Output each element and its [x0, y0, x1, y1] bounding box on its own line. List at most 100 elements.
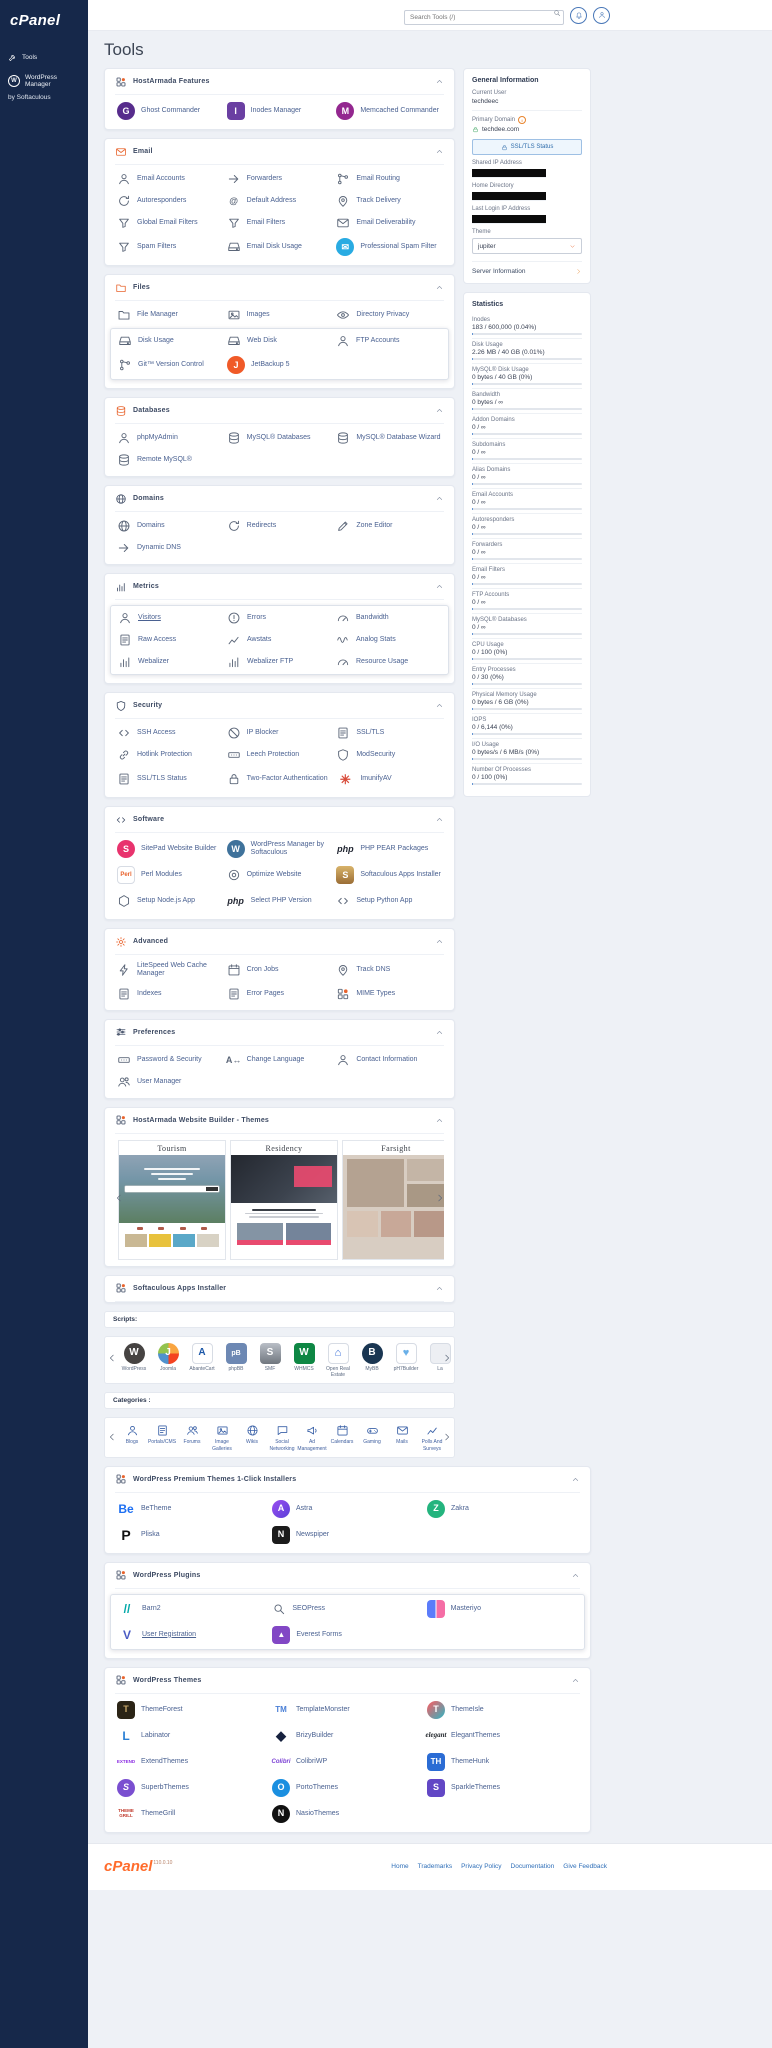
section-header-softaculous-installer[interactable]: Softaculous Apps Installer — [115, 1276, 444, 1302]
tool-item-memcached-commander[interactable]: MMemcached Commander — [334, 98, 444, 124]
tool-item-images[interactable]: Images — [225, 304, 335, 326]
categories-item-portals-cms[interactable]: Portals/CMS — [147, 1424, 177, 1452]
tool-item-labinator[interactable]: LLabinator — [115, 1723, 270, 1749]
tool-item-two-factor-authentication[interactable]: Two-Factor Authentication — [225, 766, 335, 792]
tool-item-web-disk[interactable]: Web Disk — [225, 330, 334, 352]
tool-item-ssh-access[interactable]: SSH Access — [115, 722, 225, 744]
tool-item-superbthemes[interactable]: SSuperbThemes — [115, 1775, 270, 1801]
section-header-email[interactable]: Email — [115, 139, 444, 165]
notifications-button[interactable] — [570, 7, 587, 24]
tool-item-modsecurity[interactable]: ModSecurity — [334, 744, 444, 766]
tool-item-indexes[interactable]: Indexes — [115, 983, 225, 1005]
theme-card-residency[interactable]: Residency — [230, 1140, 338, 1260]
scripts-item-ph7builder[interactable]: ♥pH7Builder — [389, 1343, 423, 1379]
tool-item-email-disk-usage[interactable]: Email Disk Usage — [225, 234, 335, 260]
tool-item-email-deliverability[interactable]: Email Deliverability — [334, 212, 444, 234]
sidebar-item-tools[interactable]: Tools — [0, 47, 88, 68]
tool-item-ssl-tls[interactable]: SSL/TLS — [334, 722, 444, 744]
tool-item-errors[interactable]: Errors — [225, 607, 334, 629]
search-input[interactable] — [404, 10, 564, 25]
tool-item-ftp-accounts[interactable]: FTP Accounts — [334, 330, 443, 352]
footer-link-trademarks[interactable]: Trademarks — [418, 1863, 452, 1870]
tool-item-default-address[interactable]: @Default Address — [225, 190, 335, 212]
section-header-metrics[interactable]: Metrics — [115, 574, 444, 600]
tool-item-disk-usage[interactable]: Disk Usage — [116, 330, 225, 352]
categories-next-button[interactable] — [442, 1432, 452, 1442]
tool-item-themegrill[interactable]: THEME GRILLThemeGrill — [115, 1801, 270, 1827]
tool-item-cron-jobs[interactable]: Cron Jobs — [225, 958, 335, 983]
categories-item-forums[interactable]: Forums — [177, 1424, 207, 1452]
carousel-prev-button[interactable] — [115, 1193, 124, 1203]
footer-link-documentation[interactable]: Documentation — [511, 1863, 555, 1870]
tool-item-sitepad-website-builder[interactable]: SSitePad Website Builder — [115, 836, 225, 862]
tool-item-ghost-commander[interactable]: GGhost Commander — [115, 98, 225, 124]
categories-item-wikis[interactable]: Wikis — [237, 1424, 267, 1452]
section-header-wp-premium-themes[interactable]: WordPress Premium Themes 1-Click Install… — [115, 1467, 580, 1493]
tool-item-barn2[interactable]: //Barn2 — [116, 1596, 270, 1622]
info-icon[interactable]: i — [518, 116, 526, 124]
tool-item-autoresponders[interactable]: Autoresponders — [115, 190, 225, 212]
categories-prev-button[interactable] — [107, 1432, 117, 1442]
tool-item-track-dns[interactable]: Track DNS — [334, 958, 444, 983]
categories-item-calendars[interactable]: Calendars — [327, 1424, 357, 1452]
scripts-item-wordpress[interactable]: WWordPress — [117, 1343, 151, 1379]
tool-item-webalizer-ftp[interactable]: Webalizer FTP — [225, 651, 334, 673]
tool-item-ssl-tls-status[interactable]: SSL/TLS Status — [115, 766, 225, 792]
section-header-databases[interactable]: Databases — [115, 398, 444, 424]
tool-item-wordpress-manager-by-softaculous[interactable]: WWordPress Manager by Softaculous — [225, 836, 335, 862]
tool-item-hotlink-protection[interactable]: Hotlink Protection — [115, 744, 225, 766]
tool-item-brizybuilder[interactable]: ◆BrizyBuilder — [270, 1723, 425, 1749]
theme-card-tourism[interactable]: Tourism — [118, 1140, 226, 1260]
tool-item-setup-python-app[interactable]: Setup Python App — [334, 888, 444, 914]
ssl-tls-status-button[interactable]: SSL/TLS Status — [472, 139, 582, 155]
section-header-preferences[interactable]: Preferences — [115, 1020, 444, 1046]
tool-item-newspiper[interactable]: NNewspiper — [270, 1522, 425, 1548]
tool-item-betheme[interactable]: BeBeTheme — [115, 1496, 270, 1522]
tool-item-mysql-database-wizard[interactable]: MySQL® Database Wizard — [334, 427, 444, 449]
tool-item-professional-spam-filter[interactable]: ✉Professional Spam Filter — [334, 234, 444, 260]
tool-item-global-email-filters[interactable]: Global Email Filters — [115, 212, 225, 234]
section-header-wp-themes[interactable]: WordPress Themes — [115, 1668, 580, 1694]
tool-item-setup-node-js-app[interactable]: Setup Node.js App — [115, 888, 225, 914]
tool-item-portothemes[interactable]: OPortoThemes — [270, 1775, 425, 1801]
tool-item-leech-protection[interactable]: Leech Protection — [225, 744, 335, 766]
tool-item-git-version-control[interactable]: Git™ Version Control — [116, 352, 225, 378]
tool-item-masteriyo[interactable]: Masteriyo — [425, 1596, 579, 1622]
tool-item-templatemonster[interactable]: TMTemplateMonster — [270, 1697, 425, 1723]
tool-item-change-language[interactable]: A↔Change Language — [225, 1049, 335, 1071]
tool-item-litespeed-web-cache-manager[interactable]: LiteSpeed Web Cache Manager — [115, 958, 225, 983]
tool-item-spam-filters[interactable]: Spam Filters — [115, 234, 225, 260]
tool-item-dynamic-dns[interactable]: Dynamic DNS — [115, 537, 225, 559]
section-header-hostarmada-features[interactable]: HostArmada Features — [115, 69, 444, 95]
tool-item-awstats[interactable]: Awstats — [225, 629, 334, 651]
tool-item-track-delivery[interactable]: Track Delivery — [334, 190, 444, 212]
tool-item-astra[interactable]: AAstra — [270, 1496, 425, 1522]
tool-item-mysql-databases[interactable]: MySQL® Databases — [225, 427, 335, 449]
tool-item-email-routing[interactable]: Email Routing — [334, 168, 444, 190]
tool-item-remote-mysql[interactable]: Remote MySQL® — [115, 449, 225, 471]
section-header-software[interactable]: Software — [115, 807, 444, 833]
tool-item-themehunk[interactable]: THThemeHunk — [425, 1749, 580, 1775]
categories-item-mails[interactable]: Mails — [387, 1424, 417, 1452]
tool-item-contact-information[interactable]: Contact Information — [334, 1049, 444, 1071]
footer-link-give-feedback[interactable]: Give Feedback — [563, 1863, 607, 1870]
theme-card-farsight[interactable]: Farsight — [342, 1140, 444, 1260]
tool-item-zone-editor[interactable]: Zone Editor — [334, 515, 444, 537]
tool-item-email-filters[interactable]: Email Filters — [225, 212, 335, 234]
tool-item-extendthemes[interactable]: EXTENDExtendThemes — [115, 1749, 270, 1775]
categories-item-blogs[interactable]: Blogs — [117, 1424, 147, 1452]
tool-item-everest-forms[interactable]: ▲Everest Forms — [270, 1622, 424, 1648]
tool-item-sparklethemes[interactable]: SSparkleThemes — [425, 1775, 580, 1801]
tool-item-raw-access[interactable]: Raw Access — [116, 629, 225, 651]
tool-item-analog-stats[interactable]: Analog Stats — [334, 629, 443, 651]
tool-item-error-pages[interactable]: Error Pages — [225, 983, 335, 1005]
theme-select[interactable]: jupiter — [472, 238, 582, 254]
tool-item-seopress[interactable]: SEOPress — [270, 1596, 424, 1622]
tool-item-domains[interactable]: Domains — [115, 515, 225, 537]
tool-item-phpmyadmin[interactable]: phpMyAdmin — [115, 427, 225, 449]
section-header-wp-plugins[interactable]: WordPress Plugins — [115, 1563, 580, 1589]
scripts-item-phpbb[interactable]: pBphpBB — [219, 1343, 253, 1379]
scripts-item-open-real-estate[interactable]: ⌂Open Real Estate — [321, 1343, 355, 1379]
tool-item-softaculous-apps-installer[interactable]: SSoftaculous Apps Installer — [334, 862, 444, 888]
section-header-domains[interactable]: Domains — [115, 486, 444, 512]
